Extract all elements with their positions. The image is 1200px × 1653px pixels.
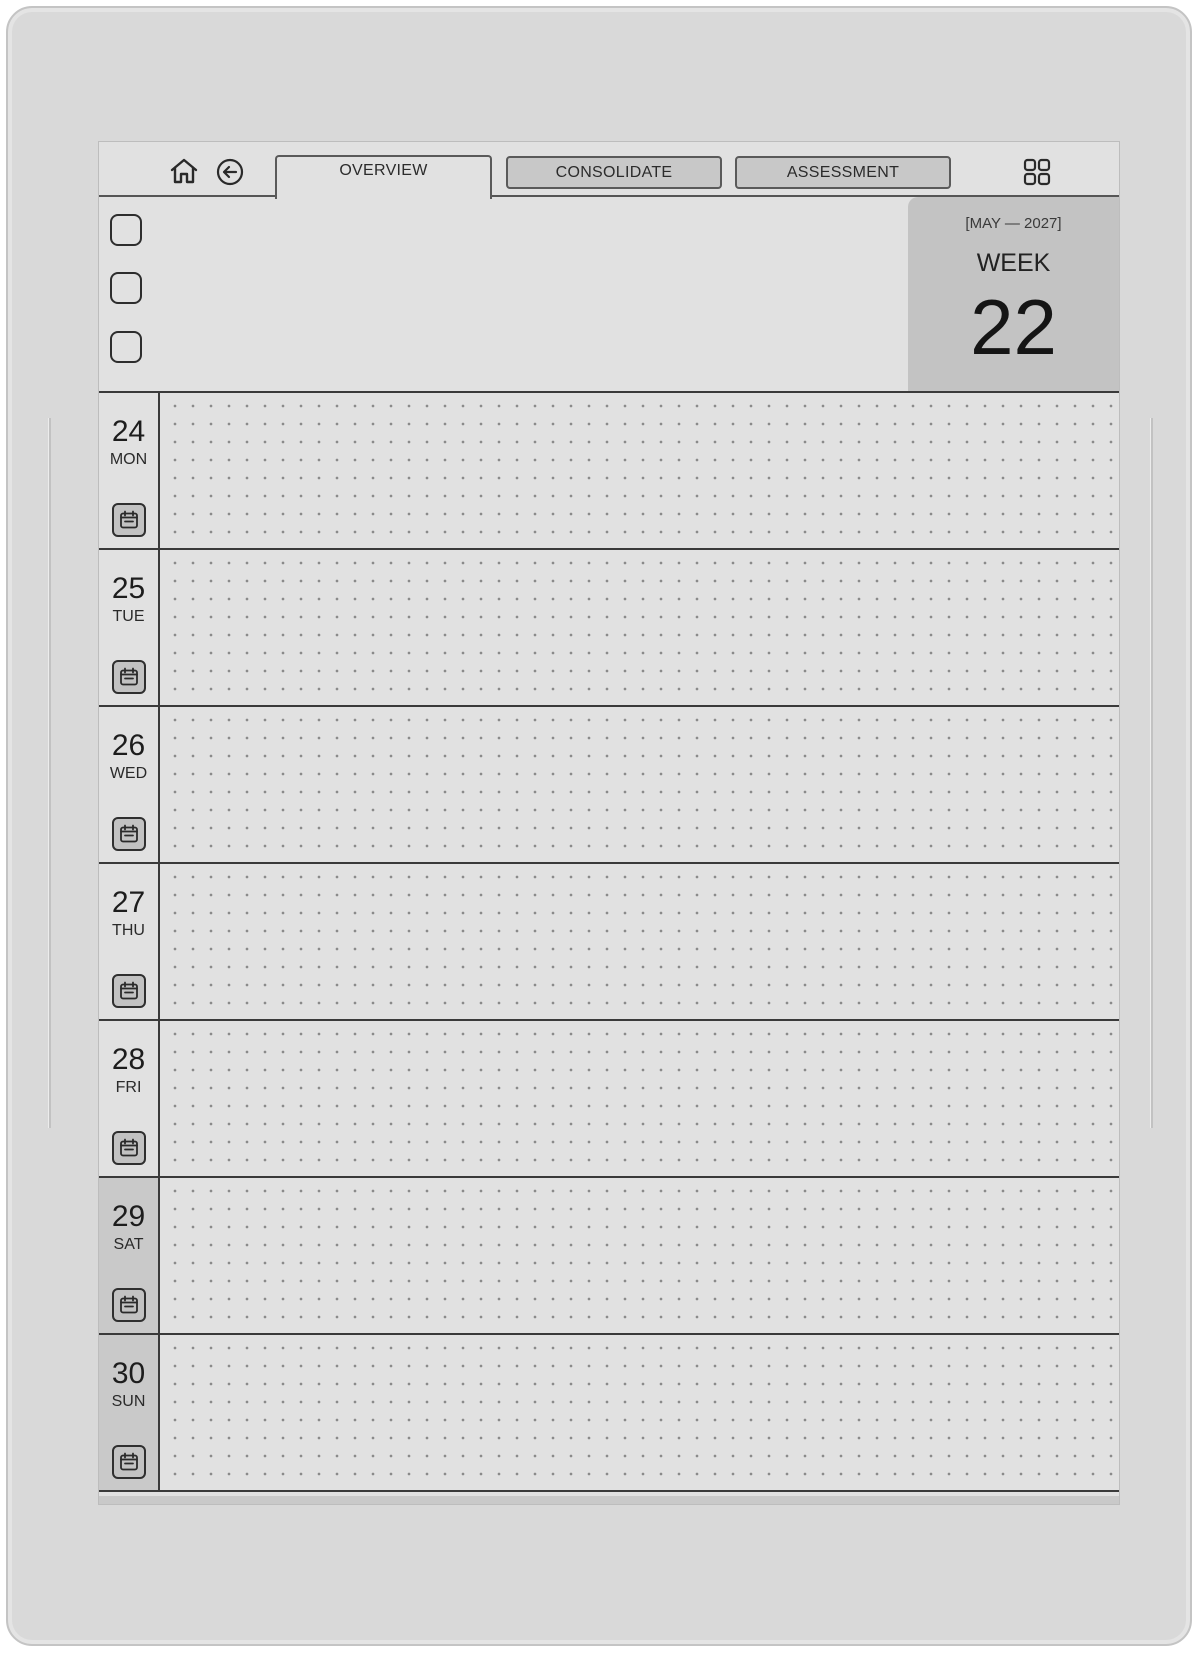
priority-checkbox-3[interactable]: [110, 331, 142, 363]
day-number: 25: [111, 572, 146, 605]
day-number: 29: [111, 1200, 146, 1233]
day-number: 28: [111, 1043, 146, 1076]
day-row-mon: 24 MON: [99, 393, 1119, 550]
calendar-button[interactable]: [112, 1131, 146, 1165]
calendar-button[interactable]: [112, 660, 146, 694]
day-name: SAT: [113, 1236, 144, 1253]
tab-overview[interactable]: OVERVIEW: [275, 155, 492, 199]
day-row-wed: 26 WED: [99, 707, 1119, 864]
week-number: 22: [970, 283, 1057, 371]
day-label: 27 THU: [99, 864, 160, 1019]
calendar-icon: [120, 1295, 138, 1314]
grid-menu-icon[interactable]: [1023, 158, 1051, 191]
tab-assessment[interactable]: ASSESSMENT: [735, 156, 951, 189]
day-label: 30 SUN: [99, 1335, 160, 1490]
dot-grid-notes-area[interactable]: [160, 707, 1119, 862]
day-number: 26: [111, 729, 146, 762]
day-label: 25 TUE: [99, 550, 160, 705]
day-row-tue: 25 TUE: [99, 550, 1119, 707]
day-row-sun: 30 SUN: [99, 1335, 1119, 1492]
day-label: 29 SAT: [99, 1178, 160, 1333]
dot-grid-notes-area[interactable]: [160, 393, 1119, 548]
calendar-icon: [120, 824, 138, 843]
calendar-icon: [120, 981, 138, 1000]
calendar-icon: [120, 1452, 138, 1471]
calendar-button[interactable]: [112, 817, 146, 851]
right-side-groove: [1150, 418, 1153, 1128]
day-name: MON: [109, 451, 148, 468]
back-arrow-icon[interactable]: [216, 158, 244, 191]
dot-grid-notes-area[interactable]: [160, 864, 1119, 1019]
week-label: WEEK: [976, 249, 1051, 277]
calendar-button[interactable]: [112, 974, 146, 1008]
e-reader-device: OVERVIEW CONSOLIDATE ASSESSMENT [MAY — 2…: [6, 6, 1192, 1646]
priority-checkbox-1[interactable]: [110, 214, 142, 246]
day-name: THU: [112, 922, 145, 939]
calendar-icon: [120, 1138, 138, 1157]
dot-grid-notes-area[interactable]: [160, 550, 1119, 705]
day-name: SUN: [111, 1393, 146, 1410]
dot-grid-notes-area[interactable]: [160, 1335, 1119, 1490]
tab-consolidate[interactable]: CONSOLIDATE: [506, 156, 722, 189]
calendar-button[interactable]: [112, 1288, 146, 1322]
bottom-strip: [99, 1496, 1119, 1504]
day-label: 28 FRI: [99, 1021, 160, 1176]
week-indicator: [MAY — 2027] WEEK 22: [908, 197, 1119, 391]
day-row-sat: 29 SAT: [99, 1178, 1119, 1335]
calendar-button[interactable]: [112, 503, 146, 537]
calendar-button[interactable]: [112, 1445, 146, 1479]
day-row-thu: 27 THU: [99, 864, 1119, 1021]
home-icon[interactable]: [169, 157, 199, 190]
left-side-groove: [48, 418, 51, 1128]
day-number: 24: [111, 415, 146, 448]
day-row-fri: 28 FRI: [99, 1021, 1119, 1178]
planner-screen: OVERVIEW CONSOLIDATE ASSESSMENT [MAY — 2…: [98, 141, 1120, 1505]
calendar-icon: [120, 510, 138, 529]
dot-grid-notes-area[interactable]: [160, 1021, 1119, 1176]
calendar-icon: [120, 667, 138, 686]
day-label: 24 MON: [99, 393, 160, 548]
day-number: 27: [111, 886, 146, 919]
top-navigation-bar: OVERVIEW CONSOLIDATE ASSESSMENT: [99, 142, 1119, 199]
day-name: WED: [109, 765, 148, 782]
day-number: 30: [111, 1357, 146, 1390]
day-name: FRI: [115, 1079, 142, 1096]
dot-grid-notes-area[interactable]: [160, 1178, 1119, 1333]
day-label: 26 WED: [99, 707, 160, 862]
day-name: TUE: [112, 608, 145, 625]
priority-checkbox-2[interactable]: [110, 272, 142, 304]
week-month-year: [MAY — 2027]: [965, 215, 1062, 232]
